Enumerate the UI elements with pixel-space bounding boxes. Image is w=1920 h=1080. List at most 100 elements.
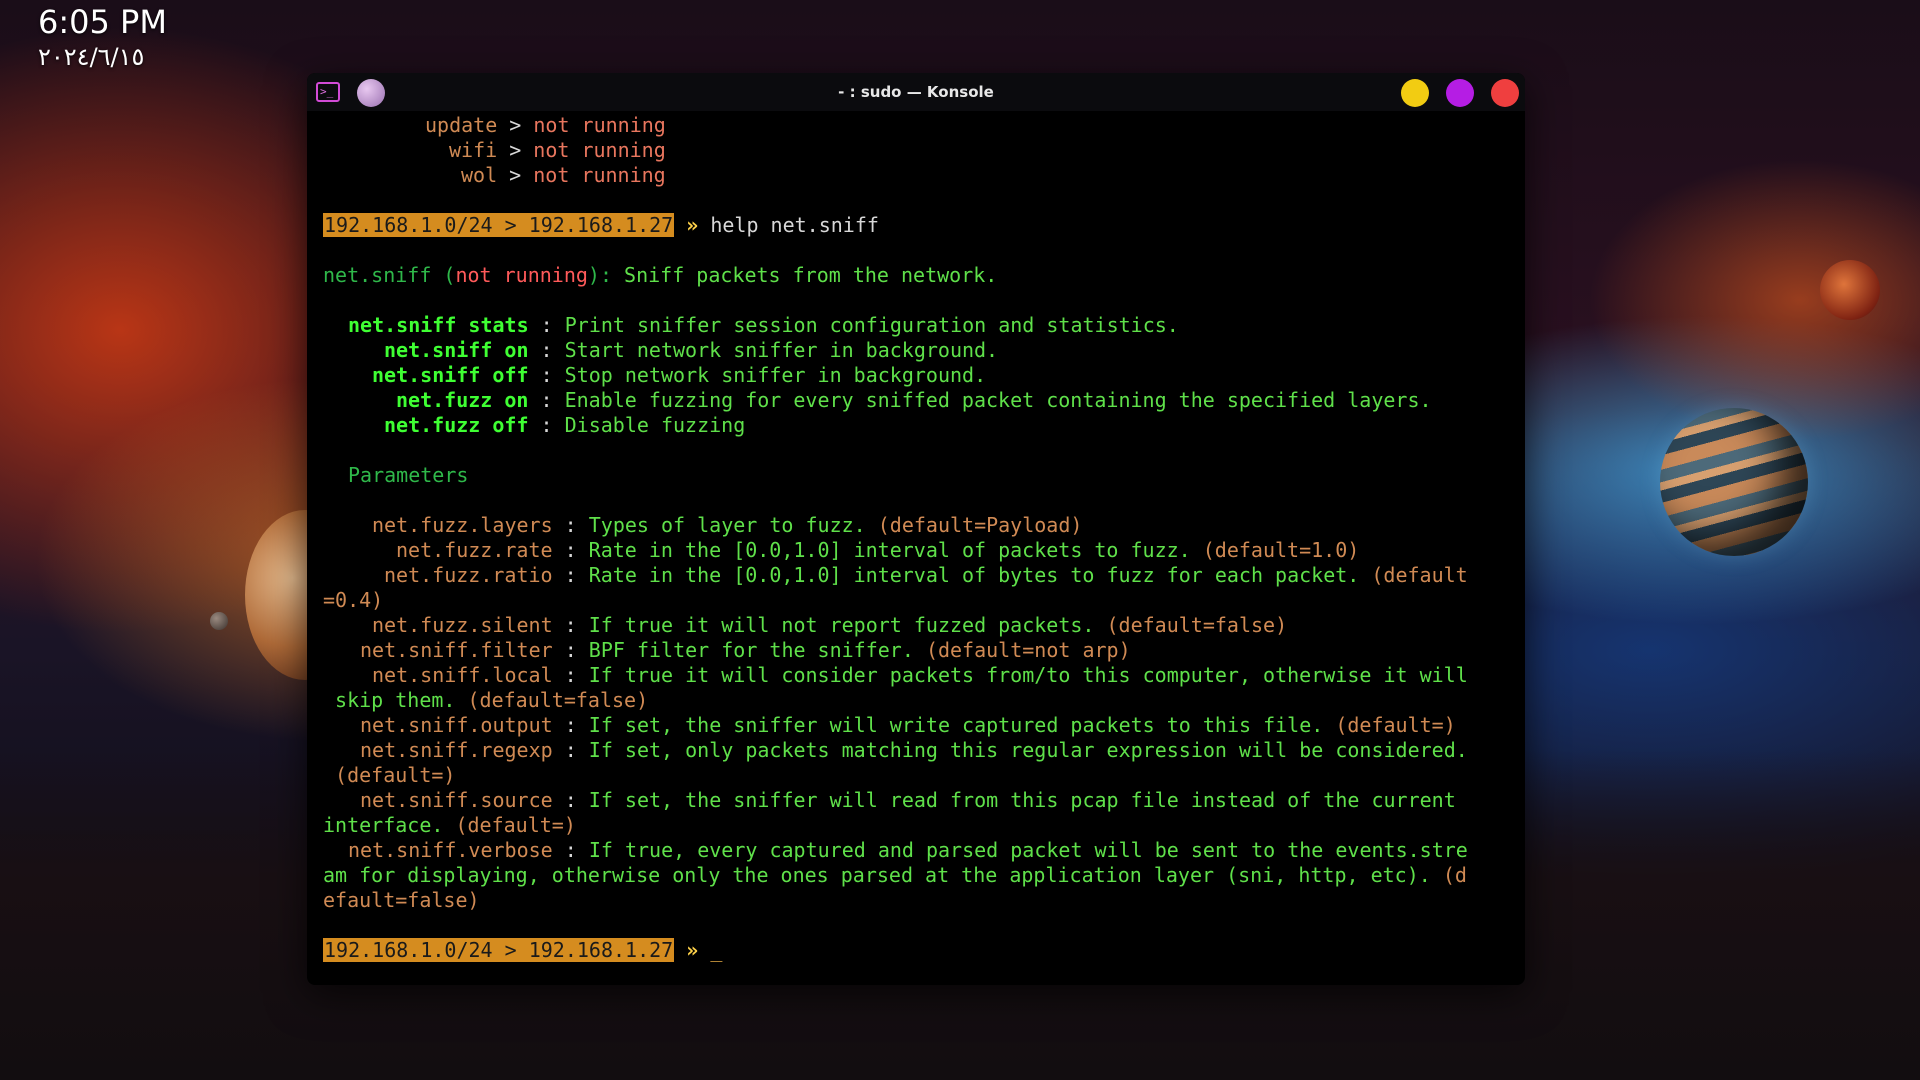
- param-default: (d: [1442, 863, 1467, 887]
- module-state: not running: [455, 263, 588, 287]
- command-name: net.sniff stats: [348, 313, 529, 337]
- param-name: net.fuzz.layers: [372, 513, 553, 537]
- param-line: net.sniff.local : If true it will consid…: [372, 663, 1468, 688]
- module-name: net.sniff: [323, 263, 432, 287]
- separator: :: [528, 413, 565, 437]
- module-header: net.sniff (not running): Sniff packets f…: [323, 263, 997, 288]
- param-default: (default=): [455, 813, 576, 837]
- param-line-wrap: skip them. (default=false): [323, 688, 648, 713]
- param-description: Rate in the [0.0,1.0] interval of bytes …: [588, 563, 1372, 587]
- separator: :: [552, 538, 589, 562]
- separator: :: [528, 313, 565, 337]
- param-line: net.sniff.source : If set, the sniffer w…: [360, 788, 1456, 813]
- prompt-arrow: »: [686, 213, 699, 237]
- desktop-clock: 6:05 PM ٢٠٢٤/٦/١٥: [38, 2, 167, 72]
- param-line-wrap: am for displaying, otherwise only the on…: [323, 863, 1467, 888]
- param-description: BPF filter for the sniffer.: [588, 638, 926, 662]
- konsole-window[interactable]: >_ - : sudo — Konsole update > not runni…: [307, 73, 1525, 985]
- separator: :: [552, 713, 589, 737]
- separator: :: [528, 363, 565, 387]
- param-line: net.sniff.filter : BPF filter for the sn…: [360, 638, 1131, 663]
- param-default: (default=false): [1106, 613, 1288, 637]
- param-line: net.fuzz.rate : Rate in the [0.0,1.0] in…: [396, 538, 1359, 563]
- service-status: not running: [533, 138, 666, 162]
- service-status: not running: [533, 113, 666, 137]
- command-description: Print sniffer session configuration and …: [564, 313, 1179, 337]
- command-line: net.sniff on : Start network sniffer in …: [384, 338, 998, 363]
- param-default: (default=false): [467, 688, 649, 712]
- param-default: (default=1.0): [1202, 538, 1360, 562]
- param-description: If true, every captured and parsed packe…: [588, 838, 1468, 862]
- paren-open: (: [431, 263, 456, 287]
- minimize-button[interactable]: [1401, 79, 1429, 107]
- param-name: net.fuzz.rate: [396, 538, 553, 562]
- shell-prompt[interactable]: 192.168.1.0/24 > 192.168.1.27 » _: [323, 938, 722, 963]
- separator: :: [552, 838, 589, 862]
- param-description: If set, the sniffer will write captured …: [588, 713, 1336, 737]
- planet-decoration: [1660, 408, 1808, 556]
- service-name: update: [425, 113, 498, 137]
- param-line: net.sniff.verbose : If true, every captu…: [348, 838, 1468, 863]
- moon-decoration: [210, 612, 228, 630]
- param-default: =0.4): [323, 588, 384, 612]
- status-line: wol > not running: [461, 163, 666, 188]
- param-line-wrap: (default=): [323, 763, 455, 788]
- command-description: Enable fuzzing for every sniffed packet …: [564, 388, 1432, 412]
- prompt-arrow: »: [686, 938, 699, 962]
- param-line-wrap: interface. (default=): [323, 813, 576, 838]
- param-description: If set, the sniffer will read from this …: [588, 788, 1456, 812]
- command-description: Disable fuzzing: [564, 413, 746, 437]
- window-titlebar[interactable]: >_ - : sudo — Konsole: [307, 73, 1525, 111]
- param-name: net.fuzz.silent: [372, 613, 553, 637]
- param-name: net.sniff.local: [372, 663, 553, 687]
- separator: :: [528, 338, 565, 362]
- param-default: efault=false): [323, 888, 480, 912]
- separator: :: [552, 563, 589, 587]
- param-description: If true it will consider packets from/to…: [588, 663, 1468, 687]
- param-default: (default: [1371, 563, 1468, 587]
- service-status: not running: [533, 163, 666, 187]
- command-description: Stop network sniffer in background.: [564, 363, 987, 387]
- clock-time: 6:05 PM: [38, 3, 167, 41]
- param-line: net.fuzz.layers : Types of layer to fuzz…: [372, 513, 1082, 538]
- param-name: net.sniff.verbose: [348, 838, 553, 862]
- command-line: net.fuzz off : Disable fuzzing: [384, 413, 745, 438]
- text-cursor[interactable]: _: [710, 938, 722, 962]
- param-line-wrap: efault=false): [323, 888, 480, 913]
- param-name: net.sniff.source: [360, 788, 553, 812]
- param-default: (default=): [1335, 713, 1456, 737]
- close-button[interactable]: [1491, 79, 1519, 107]
- param-line: net.fuzz.silent : If true it will not re…: [372, 613, 1287, 638]
- paren-close: ):: [587, 263, 625, 287]
- param-default: (default=): [323, 763, 456, 787]
- param-description: am for displaying, otherwise only the on…: [323, 863, 1443, 887]
- param-line-wrap: =0.4): [323, 588, 383, 613]
- separator: :: [552, 513, 589, 537]
- param-description: skip them.: [323, 688, 468, 712]
- command-description: Start network sniffer in background.: [564, 338, 999, 362]
- clock-date: ٢٠٢٤/٦/١٥: [38, 43, 145, 71]
- param-default: (default=not arp): [925, 638, 1131, 662]
- param-description: If set, only packets matching this regul…: [588, 738, 1468, 762]
- param-name: net.sniff.regexp: [360, 738, 553, 762]
- command-name: net.fuzz on: [396, 388, 529, 412]
- separator: >: [497, 113, 534, 137]
- separator: :: [552, 663, 589, 687]
- separator: :: [552, 613, 589, 637]
- terminal-output[interactable]: update > not running wifi > not running …: [315, 113, 1515, 981]
- command-line: net.fuzz on : Enable fuzzing for every s…: [396, 388, 1432, 413]
- module-description: Sniff packets from the network.: [624, 263, 998, 287]
- param-description: If true it will not report fuzzed packet…: [588, 613, 1107, 637]
- status-line: wifi > not running: [449, 138, 666, 163]
- command-line: net.sniff off : Stop network sniffer in …: [372, 363, 986, 388]
- separator: >: [497, 163, 534, 187]
- maximize-button[interactable]: [1446, 79, 1474, 107]
- command-line: net.sniff stats : Print sniffer session …: [348, 313, 1179, 338]
- parameters-heading: Parameters: [348, 463, 469, 487]
- param-name: net.sniff.filter: [360, 638, 553, 662]
- param-line: net.sniff.output : If set, the sniffer w…: [360, 713, 1456, 738]
- prompt-subnet: 192.168.1.0/24 > 192.168.1.27: [323, 213, 675, 237]
- service-name: wifi: [449, 138, 498, 162]
- separator: :: [552, 788, 589, 812]
- separator: >: [497, 138, 534, 162]
